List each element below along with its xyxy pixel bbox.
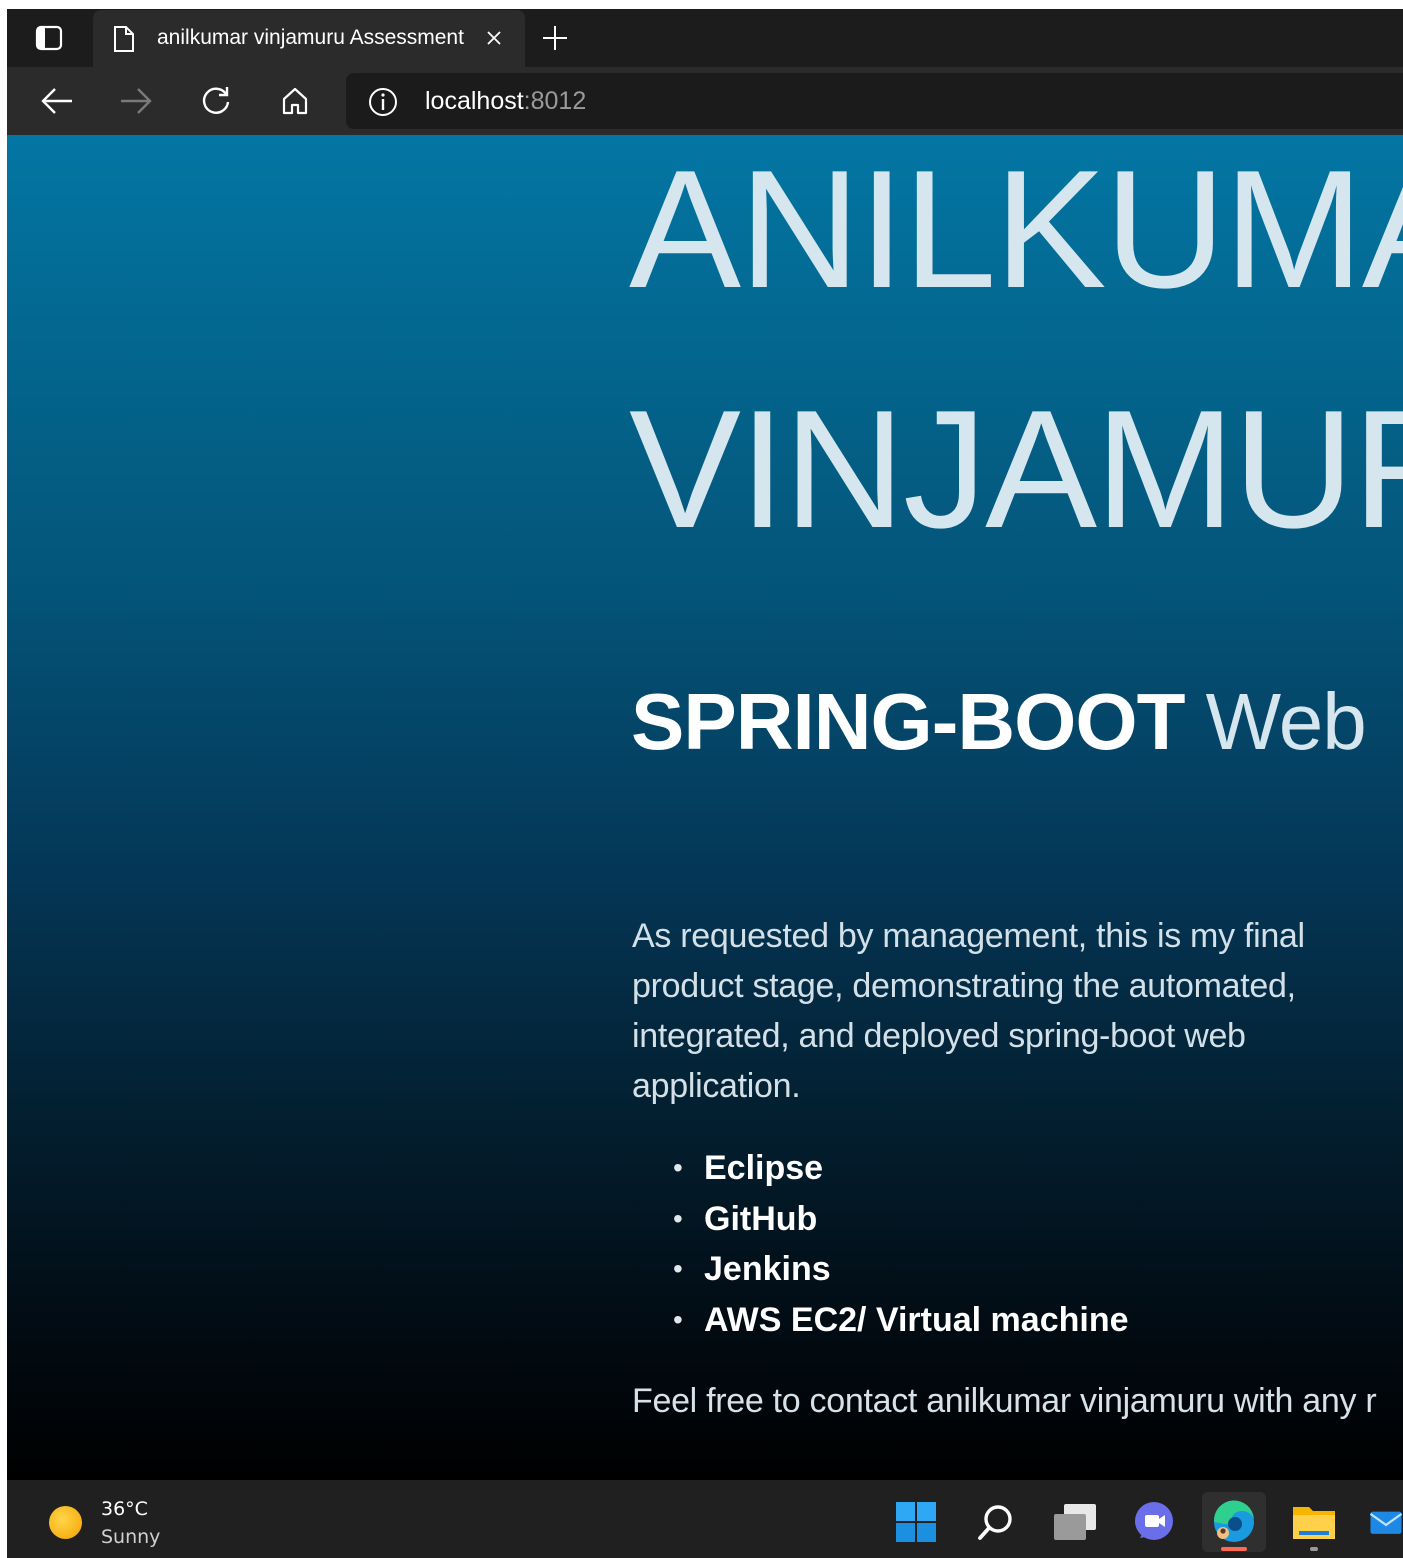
task-view-icon — [1054, 1504, 1096, 1540]
info-icon[interactable] — [368, 87, 398, 117]
tools-list: Eclipse GitHub Jenkins AWS EC2/ Virtual … — [667, 1143, 1129, 1345]
weather-condition: Sunny — [101, 1526, 161, 1548]
new-tab-button[interactable] — [535, 21, 575, 55]
home-button[interactable] — [273, 81, 317, 121]
page-content: ANILKUMA VINJAMUR SPRING-BOOT Web As req… — [7, 135, 1403, 1480]
refresh-icon — [202, 87, 230, 114]
back-arrow-icon — [41, 88, 72, 114]
forward-button[interactable] — [114, 81, 158, 121]
url-port: :8012 — [523, 87, 587, 115]
tab-actions-icon — [35, 25, 63, 51]
tab-actions-button[interactable] — [29, 21, 69, 55]
page-subtitle: SPRING-BOOT Web — [631, 682, 1367, 762]
active-tab[interactable]: anilkumar vinjamuru Assessment — [93, 10, 525, 67]
list-item: GitHub — [667, 1194, 1129, 1245]
hero-name-first: ANILKUMA — [629, 135, 1403, 323]
file-explorer-button[interactable] — [1282, 1492, 1346, 1552]
plus-icon — [543, 26, 567, 50]
sun-icon — [49, 1506, 82, 1539]
home-icon — [282, 87, 308, 115]
navigation-bar: localhost:8012 — [7, 67, 1403, 135]
teams-chat-icon — [1135, 1502, 1173, 1540]
mail-icon — [1369, 1511, 1403, 1534]
active-app-indicator — [1221, 1547, 1247, 1551]
tab-strip: anilkumar vinjamuru Assessment — [7, 9, 1403, 67]
subtitle-bold: SPRING-BOOT — [631, 677, 1185, 766]
address-url[interactable]: localhost:8012 — [425, 87, 586, 116]
address-bar[interactable]: localhost:8012 — [346, 73, 1403, 129]
task-view-button[interactable] — [1043, 1492, 1107, 1552]
list-item: Jenkins — [667, 1244, 1129, 1295]
intro-paragraph: As requested by management, this is my f… — [632, 917, 1305, 1105]
windows-start-icon — [896, 1502, 936, 1542]
hero-name-last: VINJAMUR — [629, 375, 1403, 563]
page-icon — [114, 26, 134, 52]
list-item: Eclipse — [667, 1143, 1129, 1194]
taskbar: 36°C Sunny — [7, 1480, 1403, 1558]
close-icon — [487, 31, 501, 45]
edge-taskbar-button[interactable] — [1202, 1492, 1266, 1552]
contact-text: Feel free to contact anilkumar vinjamuru… — [632, 1382, 1377, 1420]
chat-button[interactable] — [1122, 1492, 1186, 1552]
refresh-button[interactable] — [194, 81, 238, 121]
browser-window: anilkumar vinjamuru Assessment localhost… — [7, 9, 1403, 1558]
search-button[interactable] — [964, 1492, 1028, 1552]
start-button[interactable] — [884, 1492, 948, 1552]
close-tab-button[interactable] — [479, 23, 509, 53]
search-icon — [978, 1505, 1012, 1540]
subtitle-rest: Web — [1184, 677, 1367, 766]
mail-button[interactable] — [1361, 1492, 1403, 1552]
url-host: localhost — [425, 87, 524, 115]
list-item: AWS EC2/ Virtual machine — [667, 1295, 1129, 1346]
running-app-indicator — [1310, 1547, 1318, 1551]
tab-title: anilkumar vinjamuru Assessment — [157, 26, 464, 49]
weather-temp: 36°C — [101, 1498, 148, 1520]
weather-widget[interactable]: 36°C Sunny — [47, 1492, 187, 1550]
edge-browser-icon — [1213, 1500, 1254, 1542]
forward-arrow-icon — [121, 88, 152, 114]
back-button[interactable] — [35, 81, 79, 121]
file-explorer-icon — [1293, 1507, 1335, 1539]
